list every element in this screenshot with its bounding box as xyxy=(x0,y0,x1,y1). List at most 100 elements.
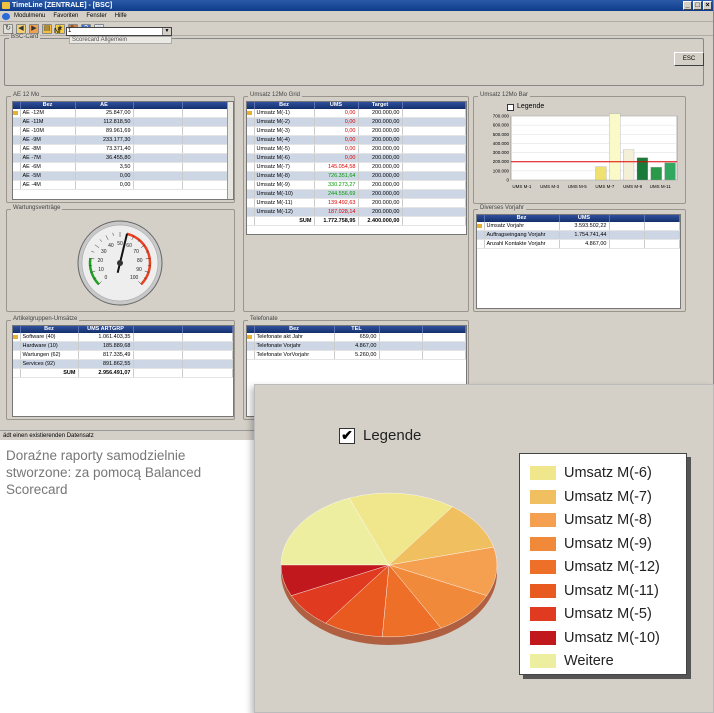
table-row[interactable]: Umsatz M(-4) 0,00 200.000,00 xyxy=(247,135,466,145)
table-row[interactable]: AE -8M 73.371,40 xyxy=(13,144,233,154)
table-row[interactable]: Software (40) 1.061.403,35 xyxy=(13,333,233,342)
folder-icon[interactable]: ▤ xyxy=(42,24,52,34)
table-row[interactable]: AE -9M 233.177,30 xyxy=(13,135,233,145)
umsatz-pie-chart xyxy=(280,492,498,645)
close-button[interactable]: × xyxy=(703,1,712,10)
app-menu-icon[interactable] xyxy=(2,13,10,20)
nr-select[interactable]: 1 ▼ xyxy=(66,27,172,36)
table-row[interactable]: AE -5M 0,00 xyxy=(13,171,233,181)
legend-label: Umsatz M(-5) xyxy=(564,606,652,622)
refresh-icon[interactable]: ↻ xyxy=(3,24,13,34)
row-indicator xyxy=(247,350,255,360)
table-row[interactable]: Wartungen (62) 817.335,49 xyxy=(13,350,233,360)
legend-swatch xyxy=(530,560,556,574)
table-row[interactable]: Umsatz M(-7) 145.054,58 200.000,00 xyxy=(247,162,466,172)
col-ums[interactable]: UMS xyxy=(314,102,359,109)
cell-target: 200.000,00 xyxy=(358,162,403,172)
cell-value: 4.867,00 xyxy=(559,239,610,249)
chevron-down-icon[interactable]: ▼ xyxy=(162,28,171,35)
y-tick-label: 500.000 xyxy=(493,132,510,137)
table-row[interactable]: Umsatz M(-5) 0,00 200.000,00 xyxy=(247,144,466,154)
table-row[interactable]: Hardware (10) 185.889,68 xyxy=(13,341,233,351)
legend-checkbox[interactable] xyxy=(507,104,514,111)
col-bez[interactable]: Bez xyxy=(254,102,315,109)
row-indicator xyxy=(477,230,485,240)
menu-fenster[interactable]: Fenster xyxy=(86,11,106,21)
gauge-label: 0 xyxy=(104,275,107,281)
forward-icon[interactable]: ▶ xyxy=(29,24,39,34)
umsatz-grid[interactable]: Bez UMS Target Umsatz M(-1) 0,00 200.000,0… xyxy=(246,101,467,235)
bar-ums-m-12 xyxy=(664,162,676,181)
table-row[interactable]: AE -4M 0,00 xyxy=(13,180,233,190)
esc-button[interactable]: ESC xyxy=(674,52,704,66)
cell-bez: Anzahl Kontakte Vorjahr xyxy=(484,239,560,249)
diverses-panel-title: Diverses Vorjahr xyxy=(478,205,527,211)
col-bez[interactable]: Bez xyxy=(484,215,560,222)
table-row[interactable]: Umsatz M(-6) 0,00 200.000,00 xyxy=(247,153,466,163)
telefon-panel-title: Telefonate xyxy=(248,316,280,322)
bsc-card-group: BSC-Card xyxy=(4,34,704,86)
ae-grid[interactable]: Bez AE AE -12M 25.847,00 AE -11M 112.818,50… xyxy=(12,101,234,200)
legend-swatch xyxy=(530,630,556,645)
table-row[interactable]: Umsatz Vorjahr 3.593.502,22 xyxy=(477,222,680,231)
legend-checkbox[interactable]: ✔ xyxy=(339,428,355,444)
table-row[interactable]: AE -6M 3,50 xyxy=(13,162,233,172)
ae-scrollbar[interactable] xyxy=(227,102,233,199)
legend-swatch xyxy=(530,513,556,527)
row-indicator xyxy=(13,135,21,145)
table-row[interactable]: AE -10M 89.961,69 xyxy=(13,126,233,136)
legend-label: Umsatz M(-6) xyxy=(564,465,652,481)
back-icon[interactable]: ◀ xyxy=(16,24,26,34)
col-tel[interactable]: TEL xyxy=(334,326,380,333)
artikel-grid[interactable]: Bez UMS ARTGRP Software (40) 1.061.403,35… xyxy=(12,325,234,417)
table-row[interactable]: Telefonate akt Jahr 659,00 xyxy=(247,333,466,342)
table-row[interactable]: SUM 2.956.491,07 xyxy=(13,368,233,378)
cell-bez: Telefonate akt Jahr xyxy=(254,333,335,342)
table-row[interactable]: Telefonate VorVorjahr 5.260,00 xyxy=(247,350,466,360)
row-indicator xyxy=(13,180,21,190)
table-row[interactable]: Umsatz M(-12) 187.028,14 200.000,00 xyxy=(247,207,466,217)
col-ums[interactable]: UMS xyxy=(559,215,610,222)
legend-item: Umsatz M(-11) xyxy=(530,580,690,602)
cell-value: 3.593.502,22 xyxy=(559,222,610,231)
legend-swatch xyxy=(530,489,556,504)
table-row[interactable]: AE -12M 25.847,00 xyxy=(13,109,233,118)
ae-panel-title: AE 12 Mo xyxy=(11,92,42,98)
bar-ums-m-9 xyxy=(623,149,635,181)
col-ae[interactable]: AE xyxy=(75,102,134,109)
table-row[interactable]: Umsatz M(-2) 0,00 200.000,00 xyxy=(247,117,466,127)
table-row[interactable]: Services (92) 891.862,55 xyxy=(13,359,233,369)
menu-favoriten[interactable]: Favoriten xyxy=(53,11,78,21)
menu-hilfe[interactable]: Hilfe xyxy=(115,11,127,21)
col-ums-artgrp[interactable]: UMS ARTGRP xyxy=(78,326,134,333)
col-bez[interactable]: Bez xyxy=(20,102,76,109)
table-row[interactable]: Umsatz M(-10) 244.556,69 200.000,00 xyxy=(247,189,466,199)
table-row[interactable]: Telefonate Vorjahr 4.867,00 xyxy=(247,341,466,351)
row-indicator xyxy=(13,333,21,342)
minimize-button[interactable]: _ xyxy=(683,1,692,10)
row-indicator xyxy=(13,359,21,369)
col-bez[interactable]: Bez xyxy=(254,326,335,333)
table-row[interactable]: Anzahl Kontakte Vorjahr 4.867,00 xyxy=(477,239,680,249)
table-row[interactable]: Umsatz M(-9) 330.273,27 200.000,00 xyxy=(247,180,466,190)
table-row[interactable]: Umsatz M(-11) 139.492,63 200.000,00 xyxy=(247,198,466,208)
table-row[interactable]: AE -11M 112.818,50 xyxy=(13,117,233,127)
table-row[interactable]: Umsatz M(-1) 0,00 200.000,00 xyxy=(247,109,466,118)
table-row[interactable]: Umsatz M(-3) 0,00 200.000,00 xyxy=(247,126,466,136)
table-row[interactable]: AE -7M 36.455,80 xyxy=(13,153,233,163)
table-row[interactable]: Umsatz M(-8) 726.351,64 200.000,00 xyxy=(247,171,466,181)
menu-modulmenu[interactable]: Modulmenu xyxy=(14,11,45,21)
cell-target: 200.000,00 xyxy=(358,117,403,127)
col-bez[interactable]: Bez xyxy=(20,326,79,333)
diverses-grid[interactable]: Bez UMS Umsatz Vorjahr 3.593.502,22 Auftra… xyxy=(476,214,681,309)
cell-bez: Telefonate VorVorjahr xyxy=(254,350,335,360)
cell-bez: Umsatz M(-6) xyxy=(254,153,315,163)
maximize-button[interactable]: □ xyxy=(693,1,702,10)
cell-ums: 139.492,63 xyxy=(314,198,359,208)
table-row[interactable]: Auftragseingang Vorjahr 1.754.741,44 xyxy=(477,230,680,240)
legend-checkbox-label: Legende xyxy=(517,103,545,110)
cell-target: 200.000,00 xyxy=(358,144,403,154)
table-row[interactable]: SUM 1.772.758,95 2.400.000,00 xyxy=(247,216,466,226)
col-target[interactable]: Target xyxy=(358,102,403,109)
cell-value: 185.889,68 xyxy=(78,341,134,351)
